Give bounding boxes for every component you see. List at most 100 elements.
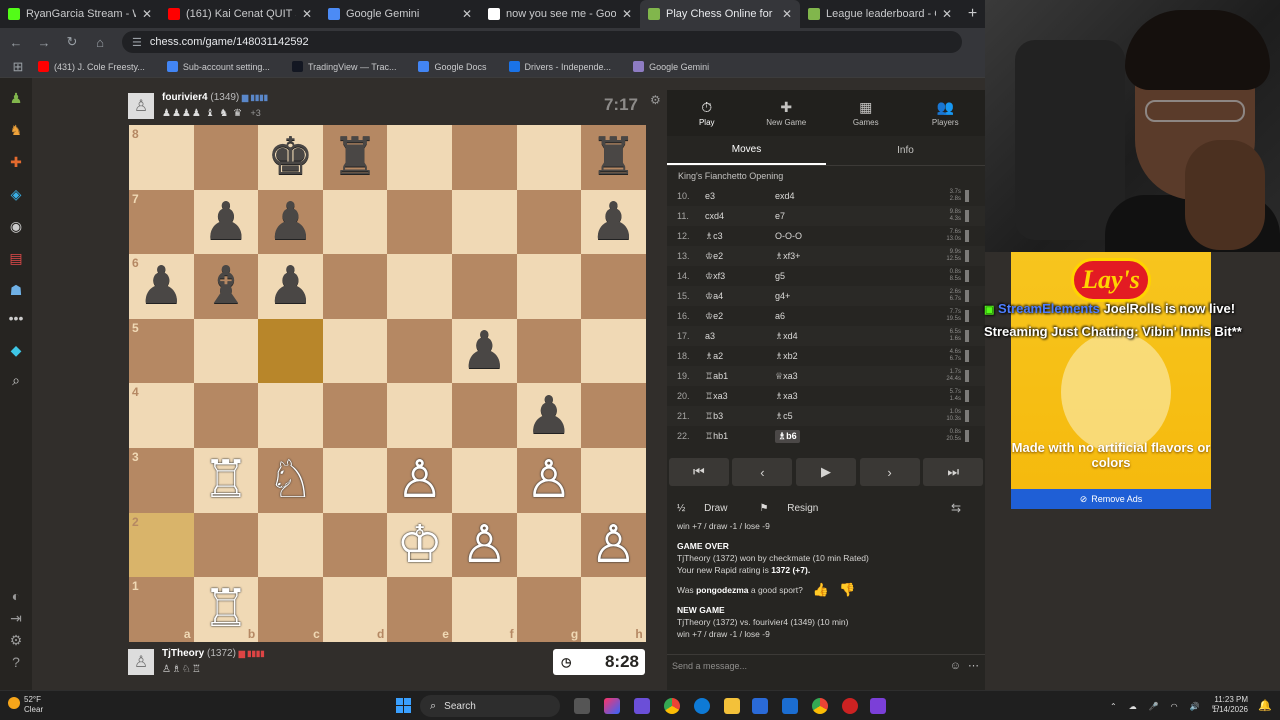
white-move[interactable]: ♔e2 — [701, 311, 775, 322]
chess-piece[interactable]: ♜ — [332, 131, 379, 183]
mic-icon[interactable]: 🎤 — [1149, 702, 1159, 711]
file-explorer-icon[interactable] — [724, 698, 740, 714]
help-icon[interactable]: ? — [6, 652, 26, 672]
puzzles-icon[interactable]: ✚ — [6, 152, 26, 172]
square-b6[interactable]: ♝ — [193, 254, 259, 319]
chess-board[interactable]: 8 ♚ ♜ ♜ 7 ♟ ♟ ♟ 6 ♟ ♝ ♟ 5 ♟ 4 ♟ 3 ♖ ♘ ♙ ♙ 2 ♔ ♙ ♙ 1 a b ♖ c d e f g h — [129, 125, 646, 642]
square-c3[interactable]: ♘ — [258, 447, 323, 513]
square-e4[interactable] — [387, 383, 452, 448]
settings-icon[interactable]: ⚙ — [6, 630, 26, 650]
square-c7[interactable]: ♟ — [258, 189, 323, 255]
play-icon[interactable]: ♞ — [6, 120, 26, 140]
black-move[interactable]: a6 — [775, 311, 895, 321]
square-g2[interactable] — [516, 512, 582, 578]
advertisement[interactable]: Lay's Made with no artificial flavors or… — [1011, 252, 1211, 509]
black-move[interactable]: g5 — [775, 271, 895, 281]
black-move[interactable]: ♗xb2 — [775, 351, 895, 362]
collapse-icon[interactable]: ⇥ — [6, 608, 26, 628]
square-g6[interactable] — [516, 254, 582, 319]
prev-move-button[interactable]: ‹ — [732, 458, 793, 486]
tab-moves[interactable]: Moves — [667, 136, 826, 165]
edge-icon[interactable] — [694, 698, 710, 714]
close-tab-icon[interactable]: ✕ — [142, 7, 152, 21]
white-move[interactable]: ♖xa3 — [701, 391, 775, 402]
store-icon[interactable] — [752, 698, 768, 714]
square-c8[interactable]: ♚ — [258, 125, 323, 190]
square-c1[interactable]: c — [258, 577, 323, 642]
square-a6[interactable]: 6 ♟ — [129, 254, 194, 319]
black-move[interactable]: e7 — [775, 211, 895, 221]
square-h8[interactable]: ♜ — [581, 125, 646, 190]
square-a3[interactable]: 3 — [129, 447, 194, 513]
square-d5[interactable] — [322, 318, 388, 384]
chess-logo-icon[interactable]: ♟ — [6, 88, 26, 108]
new-tab-button[interactable]: + — [960, 0, 985, 28]
black-move[interactable]: O-O-O — [775, 231, 895, 241]
draw-button[interactable]: ½ Draw — [677, 503, 743, 514]
apps-icon[interactable]: ⊞ — [6, 55, 30, 79]
square-b1[interactable]: b ♖ — [193, 577, 259, 642]
chess-piece[interactable]: ♔ — [396, 519, 443, 571]
square-e3[interactable]: ♙ — [387, 447, 452, 513]
watch-icon[interactable]: ◉ — [6, 216, 26, 236]
square-a8[interactable]: 8 — [129, 125, 194, 190]
square-a5[interactable]: 5 — [129, 318, 194, 384]
square-b5[interactable] — [193, 318, 259, 384]
square-c6[interactable]: ♟ — [258, 254, 323, 319]
teams-icon[interactable] — [634, 698, 650, 714]
black-move[interactable]: ♗b6 — [775, 429, 800, 443]
square-c2[interactable] — [258, 512, 323, 578]
social-icon[interactable]: ☗ — [6, 280, 26, 300]
black-move[interactable]: exd4 — [775, 191, 895, 201]
windows-start-icon[interactable] — [396, 698, 412, 714]
square-b4[interactable] — [193, 383, 259, 448]
thumbs-down-icon[interactable]: 👎 — [839, 583, 855, 596]
square-g7[interactable] — [516, 189, 582, 255]
taskbar-search[interactable]: ⌕ Search — [420, 695, 560, 717]
last-move-button[interactable]: ⏭ — [923, 458, 984, 486]
square-d8[interactable]: ♜ — [322, 125, 388, 190]
search-icon[interactable]: ⌕ — [6, 370, 26, 390]
chrome-icon[interactable] — [664, 698, 680, 714]
square-d3[interactable] — [322, 447, 388, 513]
chess-piece[interactable]: ♖ — [203, 583, 250, 635]
home-icon[interactable]: ⌂ — [88, 30, 112, 54]
back-icon[interactable]: ← — [4, 30, 28, 54]
chess-piece[interactable]: ♟ — [267, 196, 314, 248]
flip-board-icon[interactable]: ⇆ — [951, 501, 961, 515]
white-move[interactable]: ♖ab1 — [701, 371, 775, 382]
more-options-icon[interactable]: ⋯ — [968, 659, 979, 672]
volume-icon[interactable]: 🔊 — [1190, 702, 1200, 711]
square-d1[interactable]: d — [322, 577, 388, 642]
square-e8[interactable] — [387, 125, 452, 190]
remove-ads-button[interactable]: ⊘ Remove Ads — [1011, 489, 1211, 509]
white-move[interactable]: ♗a2 — [701, 351, 775, 362]
avatar[interactable]: ♙ — [128, 649, 154, 675]
task-view-icon[interactable] — [574, 698, 590, 714]
white-move[interactable]: ♔a4 — [701, 291, 775, 302]
wifi-icon[interactable]: ◠ — [1171, 702, 1178, 711]
outlook-icon[interactable] — [782, 698, 798, 714]
close-tab-icon[interactable]: ✕ — [622, 7, 632, 21]
onedrive-icon[interactable]: ☁ — [1129, 702, 1137, 711]
system-clock[interactable]: 11:23 PM 1/14/2026 — [1212, 695, 1248, 715]
notifications-icon[interactable]: 🔔 — [1258, 699, 1272, 712]
square-d7[interactable] — [322, 189, 388, 255]
square-h6[interactable] — [581, 254, 646, 319]
tab-games[interactable]: ▦ Games — [826, 90, 906, 136]
reload-icon[interactable]: ↻ — [60, 30, 84, 54]
white-move[interactable]: ♗c3 — [701, 231, 775, 242]
square-e6[interactable] — [387, 254, 452, 319]
close-tab-icon[interactable]: ✕ — [782, 7, 792, 21]
white-move[interactable]: ♖b3 — [701, 411, 775, 422]
board-settings-icon[interactable]: ⚙ — [650, 93, 661, 107]
square-e1[interactable]: e — [387, 577, 452, 642]
bookmark-item[interactable]: Drivers - Independe... — [508, 61, 611, 72]
browser-tab[interactable]: League leaderboard - Chess.com ✕ — [800, 0, 960, 28]
chess-piece[interactable]: ♙ — [461, 519, 508, 571]
square-b8[interactable] — [193, 125, 259, 190]
opening-name[interactable]: King's Fianchetto Opening — [667, 166, 985, 186]
app-icon[interactable] — [870, 698, 886, 714]
square-h1[interactable]: h — [581, 577, 646, 642]
square-f8[interactable] — [451, 125, 517, 190]
